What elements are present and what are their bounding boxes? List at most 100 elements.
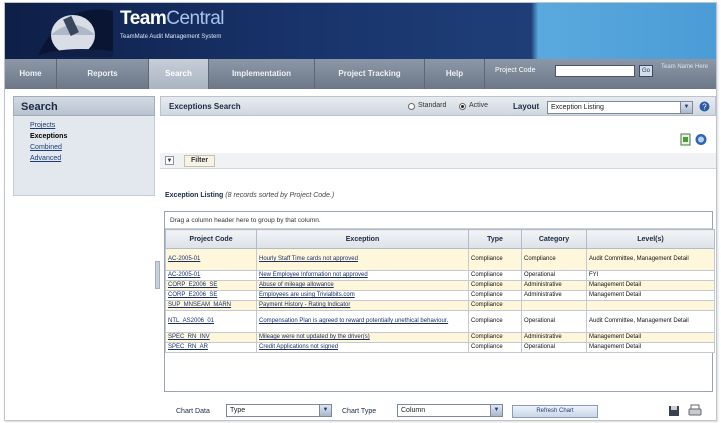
cell-project-code[interactable]: CORP_E2006_SE (165, 280, 257, 291)
radio-active-label: Active (469, 102, 489, 109)
nav-home[interactable]: Home (5, 59, 57, 89)
refresh-icon[interactable] (694, 133, 708, 146)
sidebar-item-projects[interactable]: Projects (14, 120, 154, 131)
exceptions-table: Project Code Exception Type Category Lev… (165, 229, 715, 353)
cell-type: Compliance (468, 248, 522, 271)
cell-levels: Audit Committee, Management Detail (586, 310, 715, 333)
cell-project-code[interactable]: NTL_AS2006_01 (165, 310, 257, 333)
save-icon[interactable] (668, 405, 680, 417)
cell-type: Compliance (468, 290, 522, 301)
app-title-part1: Team (120, 8, 167, 29)
table-row: CORP_E2006_SE Employees are using Trivia… (165, 290, 715, 301)
cell-project-code[interactable]: AC-2005-01 (165, 270, 257, 281)
cell-levels: Management Detail (586, 290, 715, 301)
table-row: SUP_MNSEAM_MARN Payment History - Rating… (165, 300, 715, 311)
export-excel-icon[interactable] (680, 133, 692, 146)
table-row: SPEC_RN_AR Credit Applications not signe… (165, 342, 715, 353)
cell-project-code[interactable]: SPEC_RN_AR (165, 342, 257, 353)
listing-note: (8 records sorted by Project Code.) (225, 192, 335, 199)
chevron-down-icon: ▼ (319, 405, 331, 416)
chart-controls: Chart Data Type ▼ Chart Type Column ▼ Re… (160, 400, 716, 420)
project-code-input[interactable] (555, 65, 635, 77)
chart-type-select[interactable]: Column ▼ (397, 404, 503, 417)
chart-type-label: Chart Type (342, 408, 377, 415)
cell-exception[interactable]: New Employee Information not approved (256, 270, 469, 281)
app-window: TeamCentral TeamMate Audit Management Sy… (4, 2, 717, 421)
chart-data-value: Type (230, 407, 246, 414)
app-title: TeamCentral (120, 8, 224, 30)
col-levels[interactable]: Level(s) (586, 229, 715, 249)
main-header: Exceptions Search Standard Active Layout… (160, 96, 716, 116)
team-name-text: Team Name Here (661, 64, 709, 70)
cell-project-code[interactable]: AC-2005-01 (165, 248, 257, 271)
filter-tab[interactable]: Filter (184, 155, 216, 167)
cell-category: Administrative (521, 290, 587, 301)
print-icon[interactable] (688, 404, 702, 417)
svg-text:?: ? (702, 103, 707, 112)
cell-type: Compliance (468, 310, 522, 333)
sidebar-item-exceptions[interactable]: Exceptions (14, 131, 154, 142)
nav-reports[interactable]: Reports (57, 59, 149, 89)
cell-category (521, 300, 587, 311)
cell-category: Compliance (521, 248, 587, 271)
table-row: AC-2005-01 New Employee Information not … (165, 270, 715, 281)
col-type[interactable]: Type (468, 229, 522, 249)
main-nav: Home Reports Search Implementation Proje… (5, 59, 716, 89)
cell-type: Compliance (468, 300, 522, 311)
cell-category: Administrative (521, 280, 587, 291)
cell-project-code[interactable]: SPEC_RN_INV (165, 332, 257, 343)
cell-exception[interactable]: Employees are using Trivialbits.com (256, 290, 469, 301)
layout-select[interactable]: Exception Listing ▼ (547, 101, 693, 114)
cell-type: Compliance (468, 342, 522, 353)
table-row: CORP_E2006_SE Abuse of mileage allowance… (165, 280, 715, 291)
col-exception[interactable]: Exception (256, 229, 469, 249)
cell-category: Administrative (521, 332, 587, 343)
app-subtitle: TeamMate Audit Management System (120, 34, 222, 40)
table-body: AC-2005-01 Hourly Staff Time cards not a… (165, 248, 715, 353)
sidebar-menu: Projects Exceptions Combined Advanced (13, 116, 155, 196)
refresh-chart-button[interactable]: Refresh Chart (512, 405, 598, 418)
layout-select-value: Exception Listing (551, 104, 604, 111)
cell-category: Operational (521, 270, 587, 281)
sidebar-title: Search (13, 96, 155, 116)
sidebar: Search Projects Exceptions Combined Adva… (13, 96, 155, 196)
nav-project-tracking[interactable]: Project Tracking (315, 59, 425, 89)
cell-exception[interactable]: Hourly Staff Time cards not approved (256, 248, 469, 271)
layout-label: Layout (513, 102, 540, 111)
col-category[interactable]: Category (521, 229, 587, 249)
radio-active[interactable] (459, 103, 466, 110)
app-header: TeamCentral TeamMate Audit Management Sy… (5, 3, 716, 59)
nav-search[interactable]: Search (149, 59, 209, 89)
radio-standard-label: Standard (418, 102, 447, 109)
cell-project-code[interactable]: CORP_E2006_SE (165, 290, 257, 301)
cell-type: Compliance (468, 280, 522, 291)
nav-implementation[interactable]: Implementation (209, 59, 315, 89)
chart-data-select[interactable]: Type ▼ (226, 404, 332, 417)
exceptions-grid: Drag a column header here to group by th… (164, 211, 715, 392)
cell-exception[interactable]: Payment History - Rating Indicator (256, 300, 469, 311)
filter-toggle-icon[interactable]: ▼ (165, 156, 174, 165)
cell-levels: FYI (586, 270, 715, 281)
go-button[interactable]: Go (639, 65, 653, 77)
sidebar-item-advanced[interactable]: Advanced (14, 153, 154, 164)
nav-help[interactable]: Help (425, 59, 485, 89)
group-by-hint[interactable]: Drag a column header here to group by th… (165, 212, 712, 229)
help-icon[interactable]: ? (699, 101, 710, 112)
cell-type: Compliance (468, 332, 522, 343)
col-project-code[interactable]: Project Code (165, 229, 257, 249)
cell-exception[interactable]: Abuse of mileage allowance (256, 280, 469, 291)
radio-standard[interactable] (408, 103, 415, 110)
cell-exception[interactable]: Credit Applications not signed (256, 342, 469, 353)
cell-levels: Management Detail (586, 342, 715, 353)
app-title-part2: Central (166, 8, 224, 29)
listing-title: Exception Listing (165, 192, 224, 199)
cell-exception[interactable]: Mileage were not updated by the driver(s… (256, 332, 469, 343)
main-panel: Exceptions Search Standard Active Layout… (160, 96, 716, 420)
listing-heading: Exception Listing (8 records sorted by P… (165, 192, 334, 199)
page-title: Exceptions Search (169, 102, 241, 111)
sidebar-item-combined[interactable]: Combined (14, 142, 154, 153)
chart-data-label: Chart Data (176, 408, 210, 415)
cell-project-code[interactable]: SUP_MNSEAM_MARN (165, 300, 257, 311)
observatory-logo-icon (33, 9, 113, 57)
cell-exception[interactable]: Compensation Plan is agreed to reward po… (256, 310, 469, 333)
